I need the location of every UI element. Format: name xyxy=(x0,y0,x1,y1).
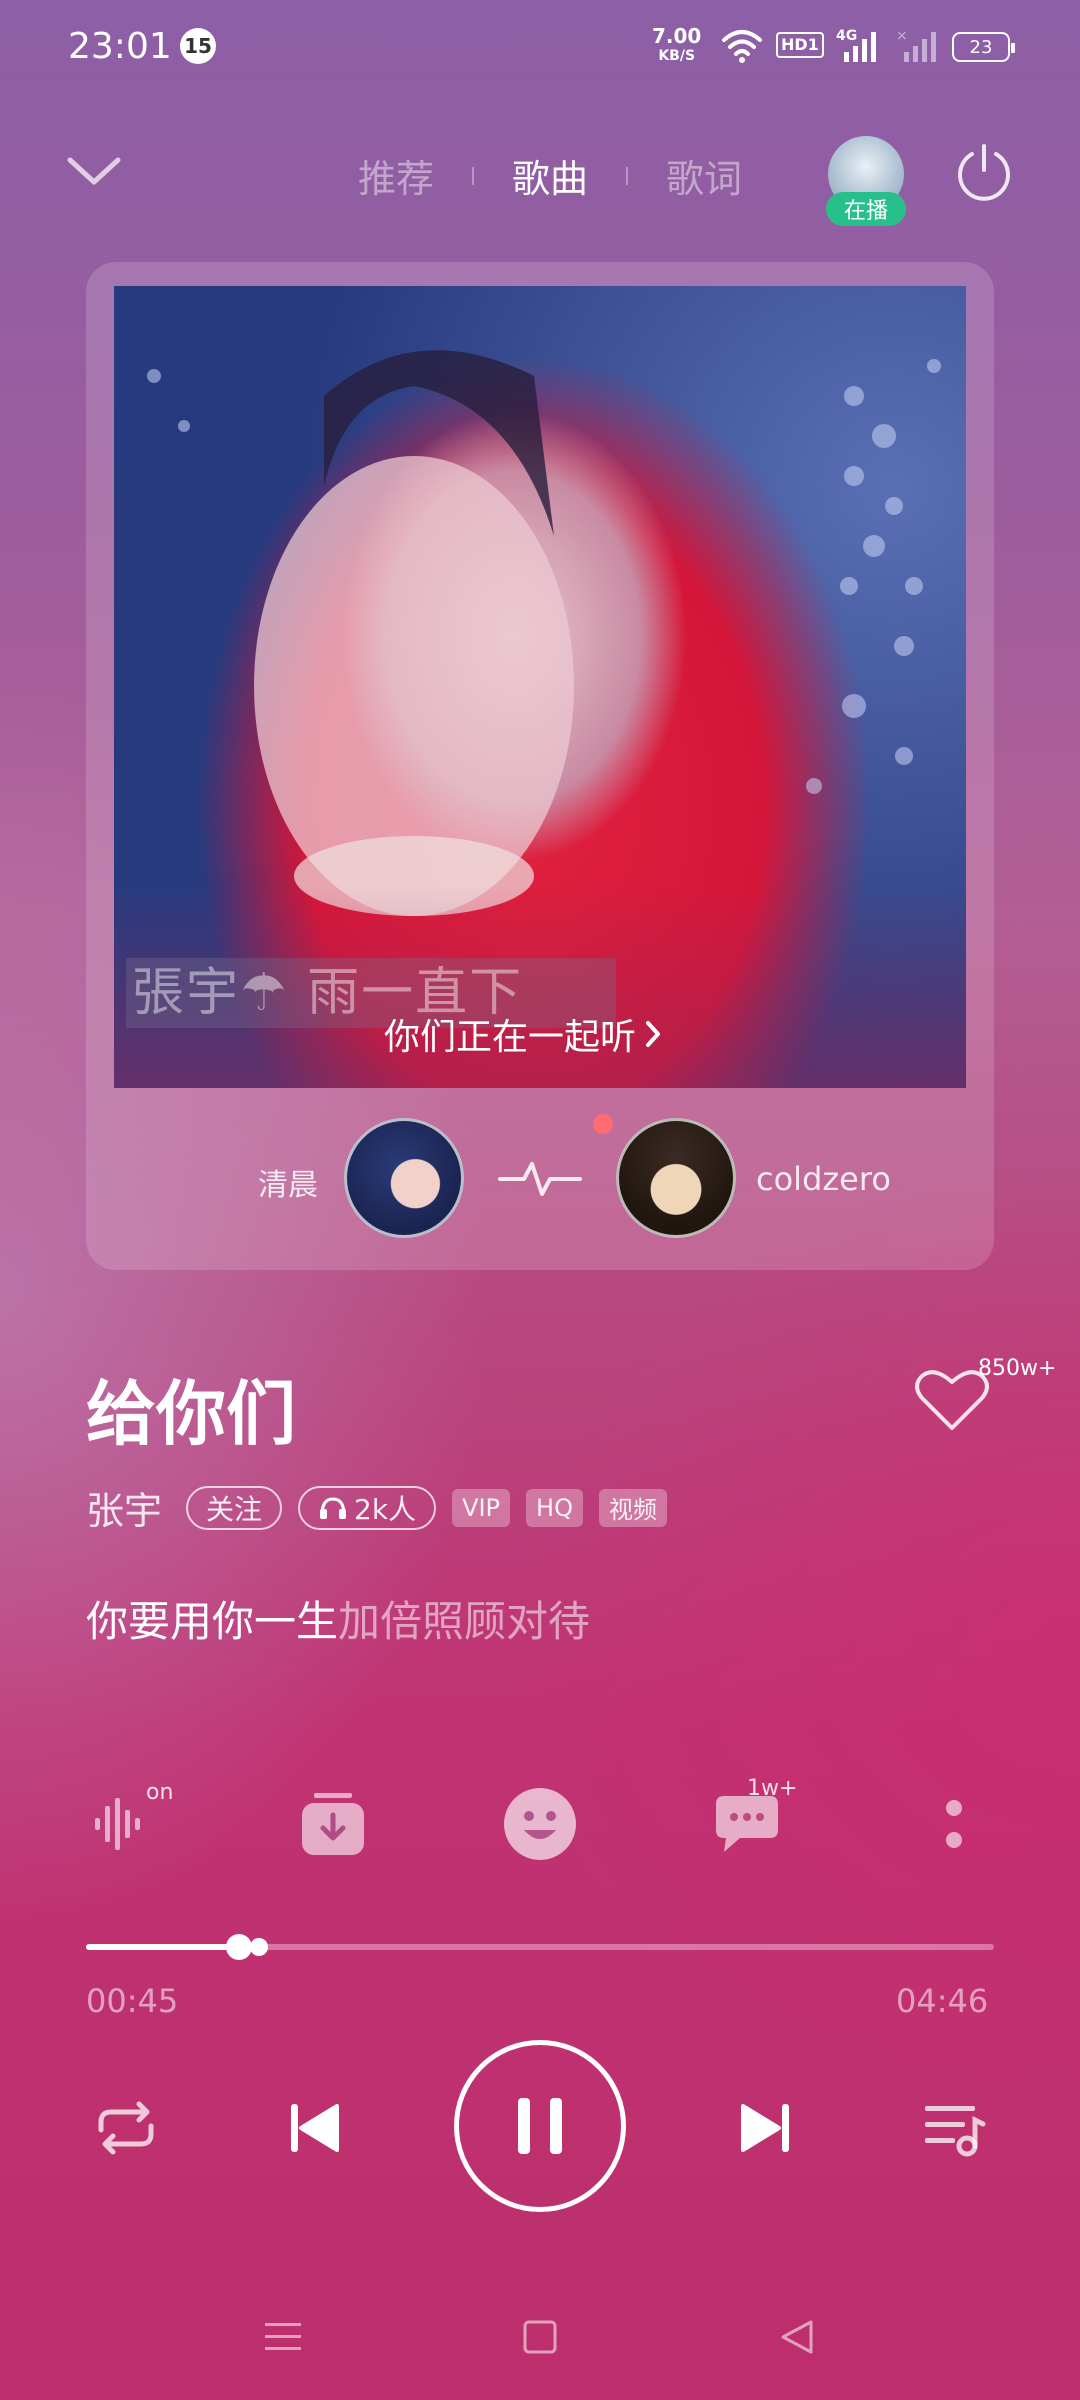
comments-button[interactable]: 1w+ xyxy=(707,1776,797,1864)
current-time: 00:45 xyxy=(86,1982,179,2020)
comments-count-badge: 1w+ xyxy=(747,1776,798,1801)
home-square-icon xyxy=(523,2320,557,2354)
heartbeat-icon xyxy=(498,1162,582,1196)
tab-lyrics[interactable]: 歌词 xyxy=(658,148,750,203)
next-button[interactable] xyxy=(726,2088,806,2168)
back-triangle-icon xyxy=(781,2320,813,2354)
nav-menu-button[interactable] xyxy=(258,2312,308,2362)
chevron-right-icon xyxy=(646,1021,661,1047)
listen-together-label: 你们正在一起听 xyxy=(384,1017,637,1058)
hd-voice-icon: HD1 xyxy=(776,32,824,58)
header-tabs: 推荐 歌曲 歌词 xyxy=(350,148,750,203)
download-button[interactable] xyxy=(293,1784,373,1864)
lyric-rest-part: 加倍照顾对待 xyxy=(338,1597,591,1646)
status-bar: 23:01 15 7.00 KB/S HD1 4G × 23 xyxy=(0,0,1080,96)
progress-thumb[interactable] xyxy=(225,1934,252,1960)
wifi-icon xyxy=(722,30,762,63)
listeners-count-button[interactable]: 2k人 xyxy=(298,1485,437,1530)
emoji-button[interactable] xyxy=(500,1784,580,1864)
repeat-icon xyxy=(98,2101,154,2155)
headphones-icon xyxy=(320,1496,347,1519)
hq-tag[interactable]: HQ xyxy=(526,1488,583,1527)
smiley-icon xyxy=(504,1788,576,1860)
nav-home-button[interactable] xyxy=(515,2312,565,2362)
listener-right-name: coldzero xyxy=(756,1160,891,1198)
network-speed: 7.00 KB/S xyxy=(652,26,701,66)
skip-previous-icon xyxy=(291,2104,339,2152)
tab-divider xyxy=(472,166,475,185)
notification-count-badge: 15 xyxy=(180,28,216,64)
collapse-chevron-icon[interactable] xyxy=(64,150,124,190)
listener-left-avatar[interactable] xyxy=(344,1118,464,1238)
nav-back-button[interactable] xyxy=(772,2312,822,2362)
previous-button[interactable] xyxy=(274,2088,354,2168)
pause-button[interactable] xyxy=(454,2040,626,2212)
artist-name[interactable]: 张宇 xyxy=(86,1480,162,1535)
total-time: 04:46 xyxy=(896,1982,989,2020)
cell-signal-icon: 4G xyxy=(836,28,876,62)
network-speed-unit: KB/S xyxy=(658,48,696,64)
listen-together-link[interactable]: 你们正在一起听 xyxy=(384,1008,662,1060)
playlist-icon xyxy=(925,2106,986,2157)
net-type-label: 4G xyxy=(836,28,857,44)
song-meta-row: 张宇 关注 2k人 VIP HQ 视频 xyxy=(86,1480,667,1535)
more-vertical-icon xyxy=(946,1800,962,1848)
network-speed-value: 7.00 xyxy=(652,24,702,48)
sound-effect-button[interactable]: on xyxy=(86,1780,173,1864)
song-title: 给你们 xyxy=(86,1373,296,1455)
tab-divider xyxy=(626,166,629,185)
pause-icon xyxy=(518,2098,562,2154)
download-icon xyxy=(302,1793,364,1855)
video-tag[interactable]: 视频 xyxy=(598,1488,667,1527)
menu-icon xyxy=(265,2323,301,2350)
lyric-sung-part: 你要用你一生 xyxy=(86,1597,339,1646)
online-dot xyxy=(593,1114,613,1134)
tab-song[interactable]: 歌曲 xyxy=(504,148,596,203)
progress-buffer-marker xyxy=(249,1938,268,1956)
tab-recommend[interactable]: 推荐 xyxy=(350,148,442,203)
vip-tag[interactable]: VIP xyxy=(452,1488,511,1527)
like-count: 850w+ xyxy=(978,1356,1057,1381)
listener-left-name: 清晨 xyxy=(258,1168,318,1203)
repeat-button[interactable] xyxy=(86,2088,166,2168)
progress-fill xyxy=(86,1944,239,1950)
playlist-button[interactable] xyxy=(914,2088,994,2168)
svg-text:×: × xyxy=(896,28,908,44)
listeners-count-label: 2k人 xyxy=(354,1492,417,1526)
power-icon[interactable] xyxy=(952,140,1016,204)
battery-icon: 23 xyxy=(952,32,1015,62)
follow-button[interactable]: 关注 xyxy=(186,1485,283,1530)
sound-effect-on-badge: on xyxy=(146,1780,174,1805)
more-button[interactable] xyxy=(914,1784,994,1864)
current-lyric-line[interactable]: 你要用你一生加倍照顾对待 xyxy=(86,1588,590,1649)
listener-right-avatar[interactable] xyxy=(616,1118,736,1238)
skip-next-icon xyxy=(741,2104,789,2152)
status-time: 23:01 xyxy=(68,26,172,67)
now-playing-badge[interactable]: 在播 xyxy=(826,192,906,226)
cell-signal-2-icon: × xyxy=(896,28,936,62)
